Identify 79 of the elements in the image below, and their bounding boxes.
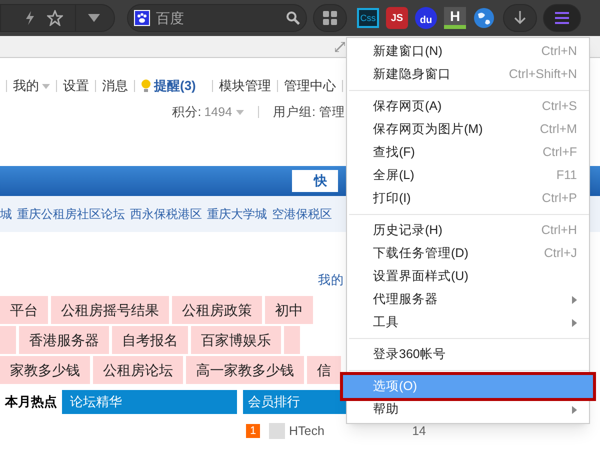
area-link[interactable]: 西永保税港区 [130,205,202,223]
nav-link[interactable]: 管理中心 [284,76,336,96]
panel-tab[interactable]: 论坛精华 [62,390,237,414]
tag-link[interactable]: 公租房政策 [172,296,262,324]
post-count: 14 [412,423,426,440]
submenu-arrow-icon [572,406,577,414]
css-extension-icon[interactable]: Css [357,8,379,28]
apps-button[interactable] [313,4,347,32]
grid-icon [323,11,337,25]
nav-link[interactable]: 我的 [13,76,39,96]
menu-item[interactable]: 登录360帐号 [347,343,589,366]
h-extension-icon[interactable]: H [444,7,466,29]
nav-link[interactable]: 提醒(3) [154,76,196,96]
submenu-arrow-icon [572,296,577,304]
menu-icon [555,12,569,24]
menu-item[interactable]: 设置界面样式(U) [347,265,589,288]
tag-link[interactable]: 初中 [265,296,313,324]
area-link[interactable]: 重庆大学城 [207,205,267,223]
shortcut-text: Ctrl+H [541,222,577,240]
tag-link[interactable]: 高一家教多少钱 [186,356,304,384]
shortcut-text: Ctrl+M [540,121,577,138]
paw-extension-icon[interactable]: du [415,7,437,29]
menu-item[interactable]: 新建窗口(N) Ctrl+N [347,40,589,63]
tag-link[interactable]: 自考报名 [112,326,188,354]
user-group-text: 用户组: 管理 [273,104,345,121]
menu-item[interactable]: 工具 [347,311,589,334]
star-icon[interactable] [47,10,63,26]
shortcut-text: Ctrl+F [542,144,577,162]
points-value: 1494 [204,104,232,121]
area-link[interactable]: 重庆公租房社区论坛 [17,205,125,223]
js-extension-icon[interactable]: JS [386,7,408,29]
area-link[interactable]: 空港保税区 [272,205,332,223]
menu-item[interactable]: 查找(F) Ctrl+F [347,141,589,164]
menu-item[interactable]: 下载任务管理(D) Ctrl+J [347,242,589,265]
nav-link[interactable]: 消息 [102,76,128,96]
lightbulb-icon [141,79,151,93]
paw-icon [134,10,150,26]
my-link[interactable]: 我的 [318,271,344,290]
menu-item[interactable]: 全屏(L) F11 [347,164,589,187]
shortcut-text: Ctrl+N [541,43,577,60]
search-icon[interactable] [286,11,300,25]
rank-number: 1 [246,424,260,438]
menu-item[interactable]: 保存网页为图片(M) Ctrl+M [347,118,589,141]
area-link[interactable]: 城 [0,205,12,223]
shortcut-text: Ctrl+J [544,245,577,262]
menu-item[interactable]: 历史记录(H) Ctrl+H [347,219,589,242]
globe-icon[interactable] [473,7,495,29]
shortcut-text: Ctrl+Shift+N [508,66,577,84]
tag-cell [0,326,16,354]
tag-link[interactable]: 百家博娱乐 [191,326,281,354]
search-button[interactable]: 快 [292,170,338,192]
menu-button[interactable] [543,4,581,32]
menu-item[interactable]: 打印(I) Ctrl+P [347,187,589,210]
expand-icon[interactable] [335,42,345,52]
shortcut-text: F11 [556,167,577,184]
search-field[interactable]: 百度 [127,4,307,32]
search-input[interactable]: 百度 [156,8,280,28]
nav-link[interactable]: 设置 [63,76,89,96]
download-button[interactable] [503,4,537,32]
lightning-icon[interactable] [25,11,35,25]
shortcut-text: Ctrl+P [542,190,577,208]
shortcut-text: Ctrl+S [542,98,577,116]
tag-link[interactable]: 公租房论坛 [93,356,183,384]
menu-item[interactable]: 代理服务器 [347,288,589,311]
tag-link[interactable]: 信 [307,356,341,384]
menu-item[interactable]: 保存网页(A) Ctrl+S [347,95,589,118]
menu-item[interactable]: 新建隐身窗口 Ctrl+Shift+N [347,63,589,86]
points-label: 积分: [172,104,202,121]
submenu-arrow-icon [572,318,577,326]
caret-icon[interactable] [88,14,100,22]
download-icon [514,11,526,25]
tag-link[interactable]: 家教多少钱 [0,356,90,384]
tag-link[interactable]: 公租房摇号结果 [51,296,169,324]
tag-cell [284,326,300,354]
tag-link[interactable]: 平台 [0,296,48,324]
avatar-icon [269,423,285,440]
member-name[interactable]: HTech [289,422,412,441]
nav-link[interactable]: 模块管理 [218,76,271,96]
tag-link[interactable]: 香港服务器 [19,326,109,354]
